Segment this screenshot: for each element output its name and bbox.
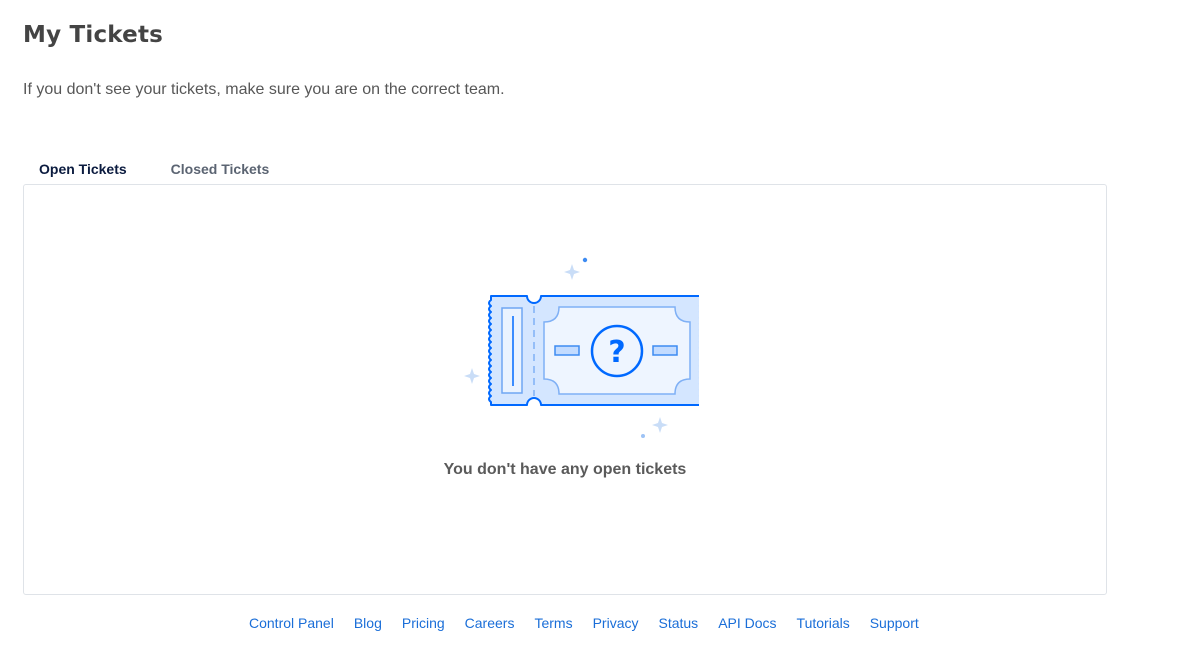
tab-open-tickets[interactable]: Open Tickets <box>39 158 127 182</box>
footer-links: Control Panel Blog Pricing Careers Terms… <box>249 614 939 632</box>
empty-state-message: You don't have any open tickets <box>443 461 687 478</box>
footer-link-terms[interactable]: Terms <box>534 614 572 632</box>
footer-link-status[interactable]: Status <box>658 614 698 632</box>
page-title: My Tickets <box>23 22 164 48</box>
footer-link-api-docs[interactable]: API Docs <box>718 614 776 632</box>
tab-closed-tickets[interactable]: Closed Tickets <box>171 158 270 182</box>
footer-link-privacy[interactable]: Privacy <box>593 614 639 632</box>
ticket-tabs: Open Tickets Closed Tickets <box>23 158 269 185</box>
svg-text:?: ? <box>608 335 625 370</box>
page-subtitle: If you don't see your tickets, make sure… <box>23 81 505 98</box>
footer-link-control-panel[interactable]: Control Panel <box>249 614 334 632</box>
footer-link-support[interactable]: Support <box>870 614 919 632</box>
footer-link-tutorials[interactable]: Tutorials <box>797 614 850 632</box>
footer-link-blog[interactable]: Blog <box>354 614 382 632</box>
footer-link-pricing[interactable]: Pricing <box>402 614 445 632</box>
footer-link-careers[interactable]: Careers <box>465 614 515 632</box>
ticket-question-icon: ? <box>464 257 699 438</box>
tickets-panel: ? You don't have any open tickets <box>23 184 1107 595</box>
